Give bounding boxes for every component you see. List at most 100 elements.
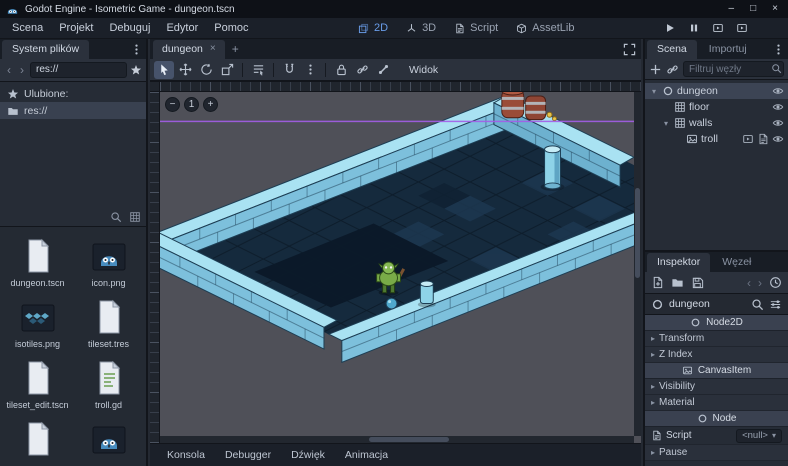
- view-menu-button[interactable]: Widok: [402, 62, 445, 78]
- vase[interactable]: [417, 280, 436, 308]
- menu-edytor[interactable]: Edytor: [158, 20, 206, 36]
- group-material[interactable]: ▸ Material: [645, 395, 788, 411]
- file-item[interactable]: [2, 419, 73, 461]
- open-instance-icon[interactable]: [742, 133, 754, 145]
- expander-icon[interactable]: ▾: [661, 119, 671, 128]
- workspace-3d[interactable]: 3D: [398, 20, 444, 36]
- rotate-tool-button[interactable]: [196, 61, 216, 79]
- property-value-dropdown[interactable]: <null> ▾: [736, 428, 782, 443]
- group-object-button[interactable]: [352, 61, 372, 79]
- maximize-button[interactable]: □: [750, 4, 756, 14]
- zoom-in-button[interactable]: +: [203, 97, 218, 112]
- script-icon: [454, 23, 465, 34]
- distraction-free-icon[interactable]: [623, 43, 636, 56]
- tab-scene[interactable]: Scena: [647, 40, 697, 59]
- nav-back-button[interactable]: ‹: [4, 64, 14, 76]
- object-tools-icon[interactable]: [769, 298, 782, 311]
- group-pause[interactable]: ▸ Pause: [645, 445, 788, 461]
- scene-tab-dungeon[interactable]: dungeon ×: [153, 40, 225, 59]
- skeleton-options-button[interactable]: [373, 61, 393, 79]
- tree-item-root[interactable]: res://: [0, 102, 146, 119]
- visibility-eye-icon[interactable]: [772, 101, 784, 113]
- new-scene-tab-button[interactable]: +: [225, 43, 246, 59]
- favorite-toggle-icon[interactable]: [130, 64, 142, 76]
- menu-projekt[interactable]: Projekt: [51, 20, 101, 36]
- workspace-2d[interactable]: 2D: [350, 20, 396, 36]
- list-select-tool-button[interactable]: [248, 61, 268, 79]
- history-forward-icon[interactable]: ›: [758, 277, 762, 289]
- bottom-tab-debugger[interactable]: Debugger: [216, 446, 280, 464]
- save-resource-icon[interactable]: [691, 276, 704, 289]
- close-button[interactable]: ×: [772, 4, 778, 14]
- visibility-eye-icon[interactable]: [772, 85, 784, 97]
- instance-scene-button[interactable]: [666, 63, 679, 76]
- group-z-index[interactable]: ▸ Z Index: [645, 347, 788, 363]
- tab-inspector[interactable]: Inspektor: [647, 253, 711, 272]
- filesystem-search-icon[interactable]: [110, 211, 122, 223]
- viewport-canvas[interactable]: − 1 +: [160, 92, 634, 436]
- bottom-panel-bar: Konsola Debugger Dźwięk Animacja: [150, 443, 641, 466]
- file-item-isotiles.png[interactable]: isotiles.png: [2, 297, 73, 349]
- vertical-scrollbar-thumb[interactable]: [635, 188, 640, 278]
- minimize-button[interactable]: –: [729, 4, 735, 14]
- zoom-out-button[interactable]: −: [165, 97, 180, 112]
- filesystem-menu-icon[interactable]: [130, 43, 143, 56]
- lock-object-button[interactable]: [331, 61, 351, 79]
- group-transform[interactable]: ▸ Transform: [645, 331, 788, 347]
- file-item-tileset_edit.tscn[interactable]: tileset_edit.tscn: [2, 358, 73, 410]
- tab-filesystem[interactable]: System plików: [2, 40, 90, 59]
- move-tool-button[interactable]: [175, 61, 195, 79]
- script-icon[interactable]: [757, 133, 769, 145]
- menu-debuguj[interactable]: Debuguj: [101, 20, 158, 36]
- scene-node-floor[interactable]: floor: [645, 99, 788, 115]
- path-field[interactable]: res://: [30, 62, 127, 78]
- tab-node[interactable]: Węzeł: [712, 253, 761, 272]
- play-button[interactable]: [664, 22, 676, 34]
- file-view-toggle-icon[interactable]: [129, 211, 141, 223]
- pillar[interactable]: [540, 145, 565, 191]
- bottom-tab-dźwięk[interactable]: Dźwięk: [282, 446, 334, 464]
- property-search-icon[interactable]: [751, 298, 764, 311]
- menu-scena[interactable]: Scena: [4, 20, 51, 36]
- workspace-assetlib[interactable]: AssetLib: [508, 20, 582, 36]
- scene-node-walls[interactable]: ▾ walls: [645, 115, 788, 131]
- tab-import[interactable]: Importuj: [699, 40, 757, 59]
- tab-close-icon[interactable]: ×: [210, 44, 216, 54]
- pause-button[interactable]: [688, 22, 700, 34]
- play-custom-scene-button[interactable]: [736, 22, 748, 34]
- scene-node-troll[interactable]: troll: [645, 131, 788, 147]
- group-visibility[interactable]: ▸ Visibility: [645, 379, 788, 395]
- scene-node-dungeon[interactable]: ▾ dungeon: [645, 83, 788, 99]
- history-back-icon[interactable]: ‹: [747, 277, 751, 289]
- file-item-dungeon.tscn[interactable]: dungeon.tscn: [2, 236, 73, 288]
- horizontal-scrollbar-thumb[interactable]: [368, 437, 450, 442]
- history-icon[interactable]: [769, 276, 782, 289]
- bottom-tab-konsola[interactable]: Konsola: [158, 446, 214, 464]
- file-name: isotiles.png: [14, 339, 61, 349]
- zoom-reset-button[interactable]: 1: [184, 97, 199, 112]
- scale-tool-button[interactable]: [217, 61, 237, 79]
- snap-toggle-button[interactable]: [279, 61, 299, 79]
- ball[interactable]: [385, 297, 398, 310]
- expander-icon[interactable]: ▾: [649, 87, 659, 96]
- visibility-eye-icon[interactable]: [772, 117, 784, 129]
- add-node-button[interactable]: [649, 63, 662, 76]
- filter-nodes-input[interactable]: [683, 61, 784, 77]
- file-item-tileset.tres[interactable]: tileset.tres: [73, 297, 144, 349]
- load-resource-icon[interactable]: [671, 276, 684, 289]
- vertical-scrollbar[interactable]: [634, 92, 641, 436]
- visibility-eye-icon[interactable]: [772, 133, 784, 145]
- nav-forward-button[interactable]: ›: [17, 64, 27, 76]
- scene-panel-menu-icon[interactable]: [772, 43, 785, 56]
- menu-pomoc[interactable]: Pomoc: [206, 20, 256, 36]
- new-resource-icon[interactable]: [651, 276, 664, 289]
- file-item[interactable]: [73, 419, 144, 461]
- play-scene-button[interactable]: [712, 22, 724, 34]
- file-item-icon.png[interactable]: icon.png: [73, 236, 144, 288]
- file-item-troll.gd[interactable]: troll.gd: [73, 358, 144, 410]
- bottom-tab-animacja[interactable]: Animacja: [336, 446, 397, 464]
- select-tool-button[interactable]: [154, 60, 174, 79]
- horizontal-scrollbar[interactable]: [160, 436, 634, 443]
- snap-options-icon[interactable]: [300, 61, 320, 79]
- workspace-script[interactable]: Script: [446, 20, 506, 36]
